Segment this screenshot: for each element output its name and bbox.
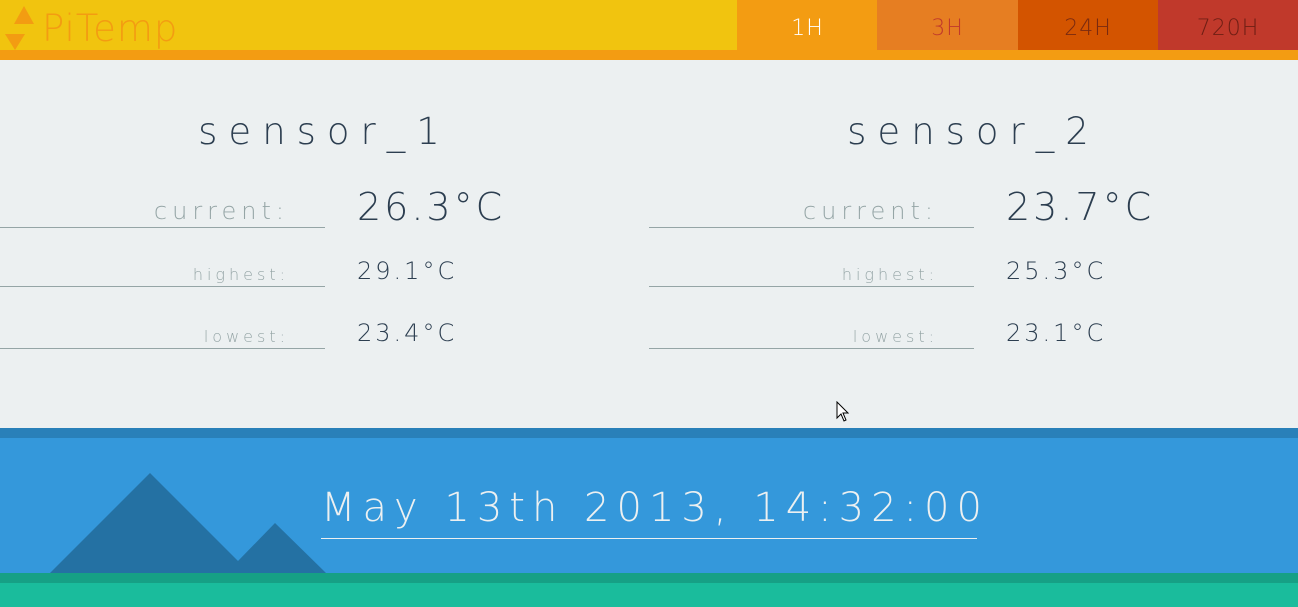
highest-label: highest: — [649, 255, 974, 287]
current-value: 26.3°C — [357, 185, 506, 229]
ground-stripe — [0, 573, 1298, 583]
thermometer-arrows-icon — [5, 6, 34, 50]
datetime-display: May 13th 2013, 14:32:00 — [321, 485, 982, 539]
sensor-title: sensor_1 — [198, 110, 451, 153]
ground — [0, 583, 1298, 607]
lowest-label: lowest: — [0, 317, 325, 349]
lowest-value: 23.4°C — [357, 319, 458, 347]
highest-value: 29.1°C — [357, 257, 458, 285]
current-value: 23.7°C — [1006, 185, 1155, 229]
highest-label: highest: — [0, 255, 325, 287]
footer-stripe — [0, 428, 1298, 438]
header: PiTemp 1H 3H 24H 720H — [0, 0, 1298, 60]
app-title: PiTemp — [42, 7, 179, 50]
current-label: current: — [649, 185, 974, 228]
lowest-value: 23.1°C — [1006, 319, 1107, 347]
sensor-panel-1: sensor_1 current: 26.3°C highest: 29.1°C… — [0, 60, 649, 428]
mountains-icon — [50, 473, 326, 573]
sensor-title: sensor_2 — [847, 110, 1100, 153]
tab-range-720h[interactable]: 720H — [1158, 0, 1298, 50]
tab-range-1h[interactable]: 1H — [737, 0, 878, 50]
highest-value: 25.3°C — [1006, 257, 1107, 285]
sensor-panel-2: sensor_2 current: 23.7°C highest: 25.3°C… — [649, 60, 1298, 428]
footer: May 13th 2013, 14:32:00 — [0, 428, 1298, 607]
lowest-label: lowest: — [649, 317, 974, 349]
mouse-cursor-icon — [836, 401, 850, 422]
current-label: current: — [0, 185, 325, 228]
tab-range-3h[interactable]: 3H — [877, 0, 1018, 50]
brand-bar: PiTemp — [0, 0, 737, 50]
tab-range-24h[interactable]: 24H — [1018, 0, 1158, 50]
